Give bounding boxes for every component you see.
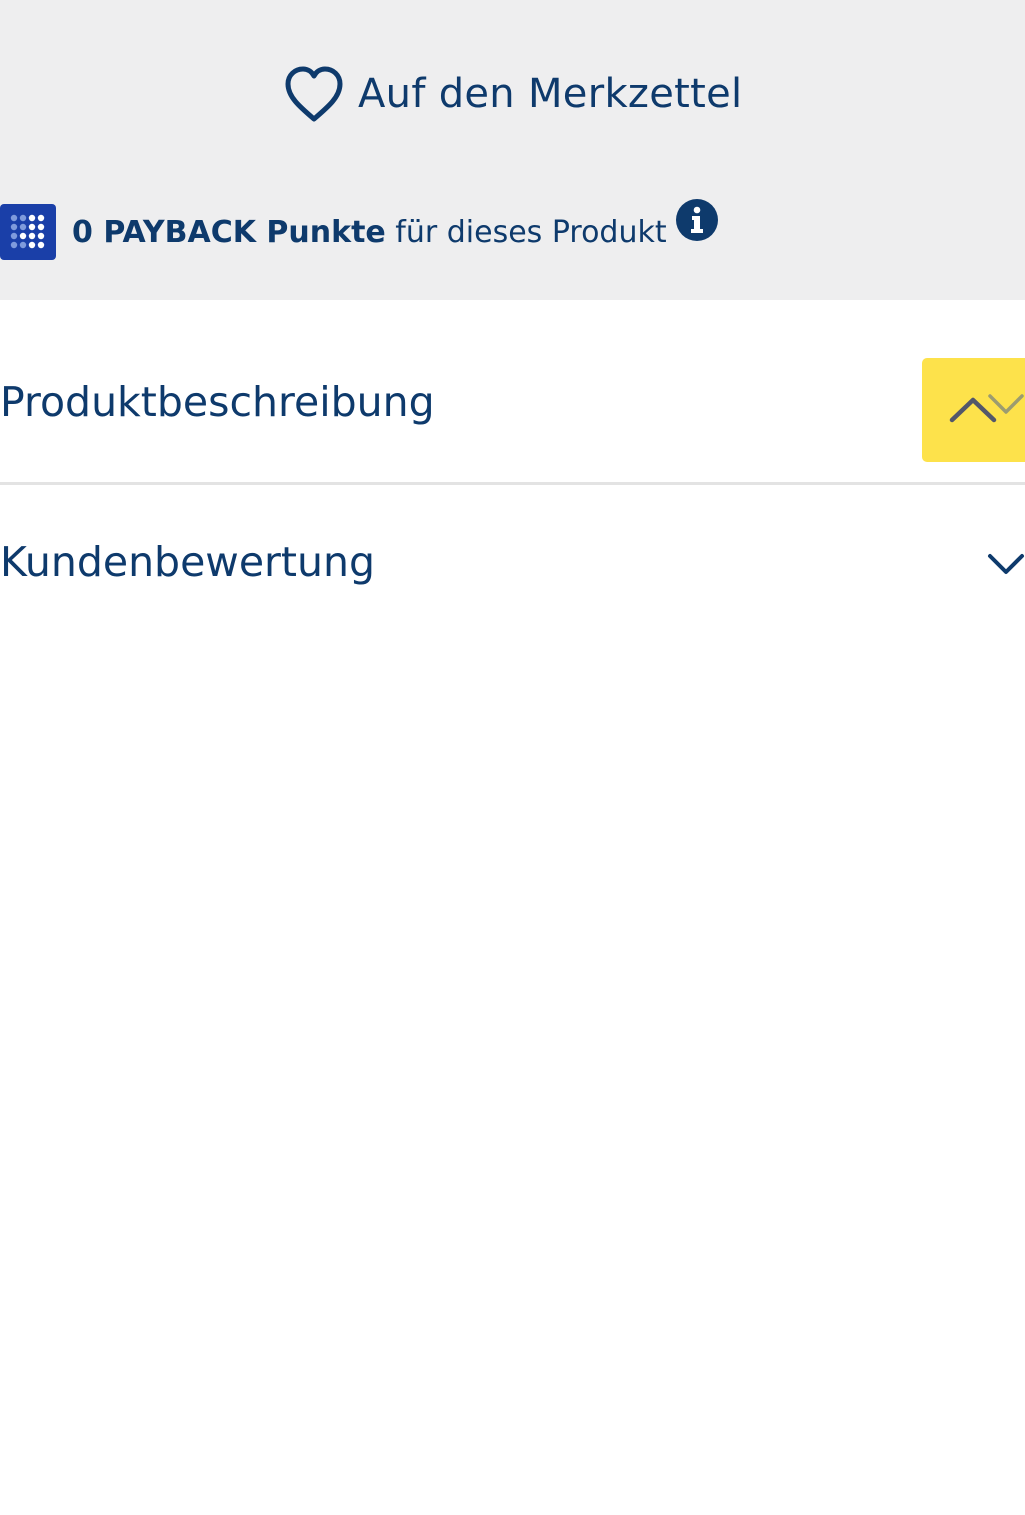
payback-points-suffix: für dieses Produkt [385,214,667,250]
product-actions-panel: Auf den Merkzettel 0 PAYBACK Punkte für … [0,0,1025,300]
accordion-divider [0,482,1025,485]
info-icon[interactable] [675,198,719,242]
heart-icon [285,66,343,122]
accordion-title-reviews: Kundenbewertung [0,538,375,586]
add-to-wishlist-button[interactable]: Auf den Merkzettel [282,62,742,126]
accordion-customer-reviews[interactable]: Kundenbewertung [0,508,1025,620]
chevron-down-icon[interactable] [984,544,1025,584]
accordion-title-description: Produktbeschreibung [0,378,435,426]
payback-logo-icon [0,204,56,260]
payback-points-info: 0 PAYBACK Punkte für dieses Produkt [0,196,719,260]
wishlist-label: Auf den Merkzettel [358,71,743,117]
accordion-product-description[interactable]: Produktbeschreibung [0,352,1025,464]
payback-points-value: 0 PAYBACK Punkte [72,214,386,250]
payback-points-text: 0 PAYBACK Punkte für dieses Produkt [72,215,667,250]
accordion-toggle-description[interactable] [922,358,1025,462]
chevron-up-icon [949,394,1024,423]
